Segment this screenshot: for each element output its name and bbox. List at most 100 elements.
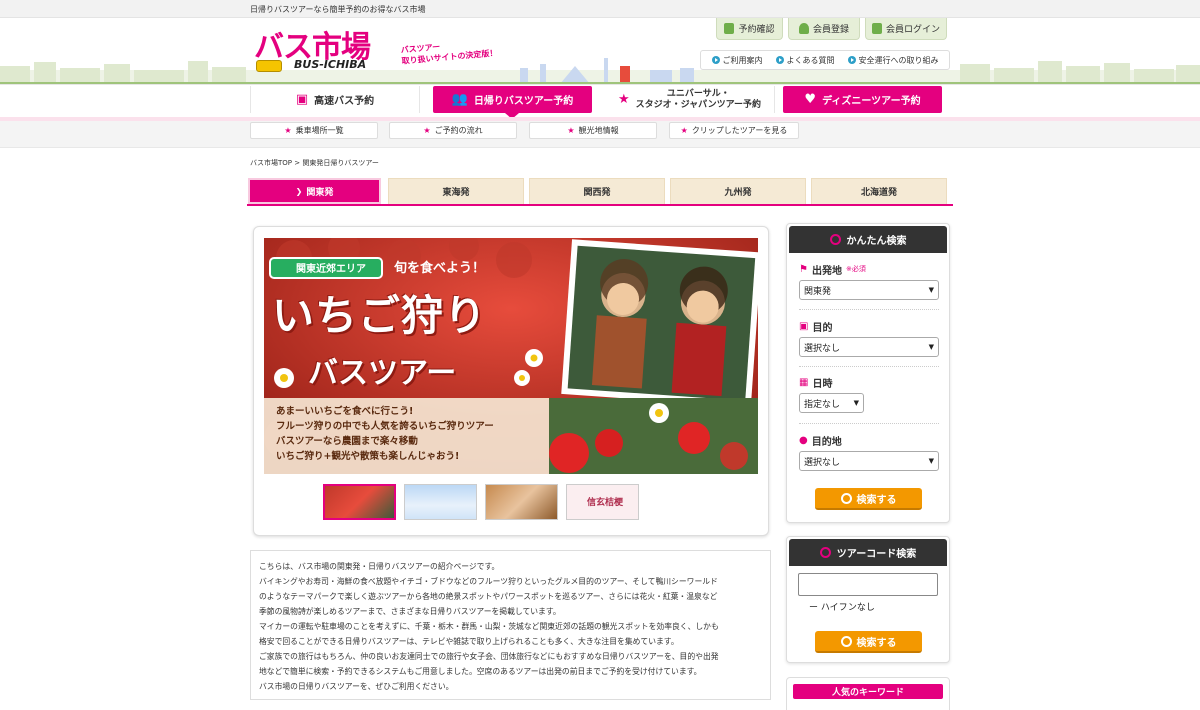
reservation-check-label: 予約確認	[738, 25, 775, 35]
chevron-down-icon: ▼	[928, 286, 934, 294]
quick-search-button[interactable]: 検索する	[815, 488, 922, 510]
tour-code-header: ツアーコード検索	[789, 539, 947, 566]
arrow-circle-icon	[711, 56, 720, 64]
required-note: ※必須	[845, 265, 866, 273]
purpose-label: ▣ 目的	[799, 319, 939, 334]
nav-usj-label: ユニバーサル・ スタジオ・ジャパンツアー予約	[636, 89, 761, 111]
safety-link[interactable]: 安全運行への取り組み	[847, 55, 939, 66]
calendar-icon: ▦	[799, 376, 809, 388]
user-icon	[798, 23, 809, 34]
bus-icon	[256, 60, 282, 72]
tour-code-panel: ツアーコード検索 ー ハイフンなし 検索する	[786, 536, 950, 663]
description-line: 地などで簡単に検索・予約できるシステムもご用意しました。空席のあるツアーは出発の…	[259, 667, 702, 676]
stops-list-link[interactable]: ★ 乗車場所一覧	[250, 122, 378, 139]
tab-tokai-label: 東海発	[442, 188, 470, 198]
quick-search-title: かんたん検索	[846, 236, 907, 247]
top-strip: 日帰りバスツアーなら簡単予約のお得なバス市場	[0, 0, 1200, 18]
reservation-check-button[interactable]: 予約確認	[716, 18, 783, 40]
site-header: バス市場 BUS-ICHIBA バスツアー 取り扱いサイトの決定版！ 予約確認 …	[0, 18, 1200, 84]
date-select-value: 指定なし	[804, 399, 841, 410]
banner-title-1: いちご狩り	[272, 291, 488, 340]
date-label: ▦ 日時	[799, 375, 939, 390]
description-line: ご家族での旅行はもちろん、仲の良いお友達同士での旅行や女子会、団体旅行などにもお…	[259, 652, 719, 661]
tour-code-search-button-label: 検索する	[856, 637, 897, 649]
banner-seasonal-text: 旬を食べよう！	[394, 261, 486, 276]
divider	[799, 309, 939, 310]
nav-disney-tour[interactable]: ♥ ディズニーツアー予約	[783, 86, 942, 113]
star-icon: ★	[423, 126, 431, 135]
banner-copy-line: あまーいいちごを食べに行こう!	[276, 406, 414, 417]
departure-label: ⚑ 出発地 ※必須	[799, 262, 939, 277]
page-description: こちらは、バス市場の関東発・日帰りバスツアーの紹介ページです。 バイキングやお寿…	[250, 550, 771, 700]
tab-hokkaido[interactable]: 北海道発	[811, 178, 947, 204]
clipped-tours-label: クリップしたツアーを見る	[691, 126, 788, 135]
nav-usj-line-2: スタジオ・ジャパンツアー予約	[635, 99, 762, 110]
purpose-field: ▣ 目的 選択なし ▼	[799, 319, 939, 357]
date-select[interactable]: 指定なし ▼	[799, 393, 864, 413]
skyline-illustration	[0, 58, 1200, 84]
search-icon	[840, 635, 852, 647]
tab-kansai[interactable]: 関西発	[529, 178, 665, 204]
banner-title-2: バスツアー	[308, 356, 457, 391]
nav-daytrip-tour[interactable]: 👥 日帰りバスツアー予約	[433, 86, 592, 119]
description-line: バイキングやお寿司・海鮮の食べ放題やイチゴ・ブドウなどのフルーツ狩りといったグル…	[259, 577, 718, 586]
banner-area-tag: 関東近郊エリア	[296, 264, 366, 275]
thumbnail-flowers[interactable]	[404, 484, 477, 520]
sightseeing-info-link[interactable]: ★ 観光地情報	[529, 122, 657, 139]
thumbnail-strawberry[interactable]	[323, 484, 396, 520]
sightseeing-info-label: 観光地情報	[578, 126, 619, 135]
breadcrumb[interactable]: バス市場TOP > 関東発日帰りバスツアー	[250, 158, 379, 168]
strawberry-tour-banner[interactable]: 関東近郊エリア 旬を食べよう！ いちご狩り バスツアー あまーいいちごを食べに行…	[264, 238, 758, 474]
tab-kyushu[interactable]: 九州発	[670, 178, 806, 204]
date-field: ▦ 日時 指定なし ▼	[799, 375, 939, 413]
guide-label: ご利用案内	[722, 55, 763, 65]
stops-list-label: 乗車場所一覧	[295, 126, 344, 135]
star-icon: ★	[680, 126, 688, 135]
suitcase-icon: ▣	[799, 320, 809, 332]
destination-select-value: 選択なし	[804, 457, 841, 468]
destination-select[interactable]: 選択なし ▼	[799, 451, 939, 471]
quick-search-header: かんたん検索	[789, 226, 947, 253]
purpose-select[interactable]: 選択なし ▼	[799, 337, 939, 357]
nav-highway-label: 高速バス予約	[314, 96, 375, 107]
tab-tokai[interactable]: 東海発	[388, 178, 524, 204]
departure-label-text: 出発地	[811, 265, 842, 277]
divider	[799, 366, 939, 367]
description-line: マイカーの運転や駐車場のことを考えずに、千葉・栃木・群馬・山梨・茨城など関東近郊…	[259, 622, 719, 631]
faq-link[interactable]: よくある質問	[775, 55, 835, 66]
reservation-flow-link[interactable]: ★ ご予約の流れ	[389, 122, 517, 139]
tab-kyushu-label: 九州発	[724, 188, 752, 198]
description-line: 格安で回ることができる日帰りバスツアーは、テレビや雑誌で取り上げられることも多く…	[259, 637, 679, 646]
tab-kanto[interactable]: ❯ 関東発	[248, 178, 381, 204]
popular-keywords-title: 人気のキーワード	[793, 684, 943, 699]
site-logo[interactable]: バス市場 BUS-ICHIBA	[254, 22, 384, 76]
tour-code-input[interactable]	[798, 573, 938, 596]
departure-select[interactable]: 関東発 ▼	[799, 280, 939, 300]
chevron-down-icon: ▼	[928, 457, 934, 465]
thumbnail-shingen[interactable]: 信玄桔梗	[566, 484, 639, 520]
guide-link[interactable]: ご利用案内	[711, 55, 763, 66]
date-label-text: 日時	[812, 378, 833, 390]
clipped-tours-link[interactable]: ★ クリップしたツアーを見る	[669, 122, 799, 139]
tour-code-search-button[interactable]: 検索する	[815, 631, 922, 653]
banner-copy-line: バスツアーなら農園まで楽々移動	[276, 436, 418, 447]
tab-kansai-label: 関西発	[583, 188, 611, 198]
site-tagline: 日帰りバスツアーなら簡単予約のお得なバス市場	[250, 5, 426, 14]
description-line: 季節の風物詩が楽しめるツアーまで、さまざまな日帰りバスツアーを掲載しています。	[259, 607, 561, 616]
nav-highway-bus[interactable]: ▣ 高速バス予約	[250, 86, 420, 113]
lock-icon	[871, 23, 882, 34]
register-button[interactable]: 会員登録	[788, 18, 860, 40]
faq-label: よくある質問	[786, 55, 835, 65]
main-nav	[0, 84, 1200, 117]
reservation-flow-label: ご予約の流れ	[434, 126, 483, 135]
nav-usj-tour[interactable]: ★ ユニバーサル・ スタジオ・ジャパンツアー予約	[605, 86, 775, 113]
popular-keywords-panel: 人気のキーワード	[786, 677, 950, 710]
nav-daytrip-label: 日帰りバスツアー予約	[473, 96, 574, 107]
ring-icon	[829, 234, 841, 245]
login-button[interactable]: 会員ログイン	[865, 18, 947, 40]
destination-label: ● 目的地	[799, 433, 939, 448]
document-icon	[724, 23, 735, 34]
chevron-down-icon: ❯	[295, 186, 303, 196]
star-icon: ★	[567, 126, 575, 135]
thumbnail-buffet[interactable]	[485, 484, 558, 520]
